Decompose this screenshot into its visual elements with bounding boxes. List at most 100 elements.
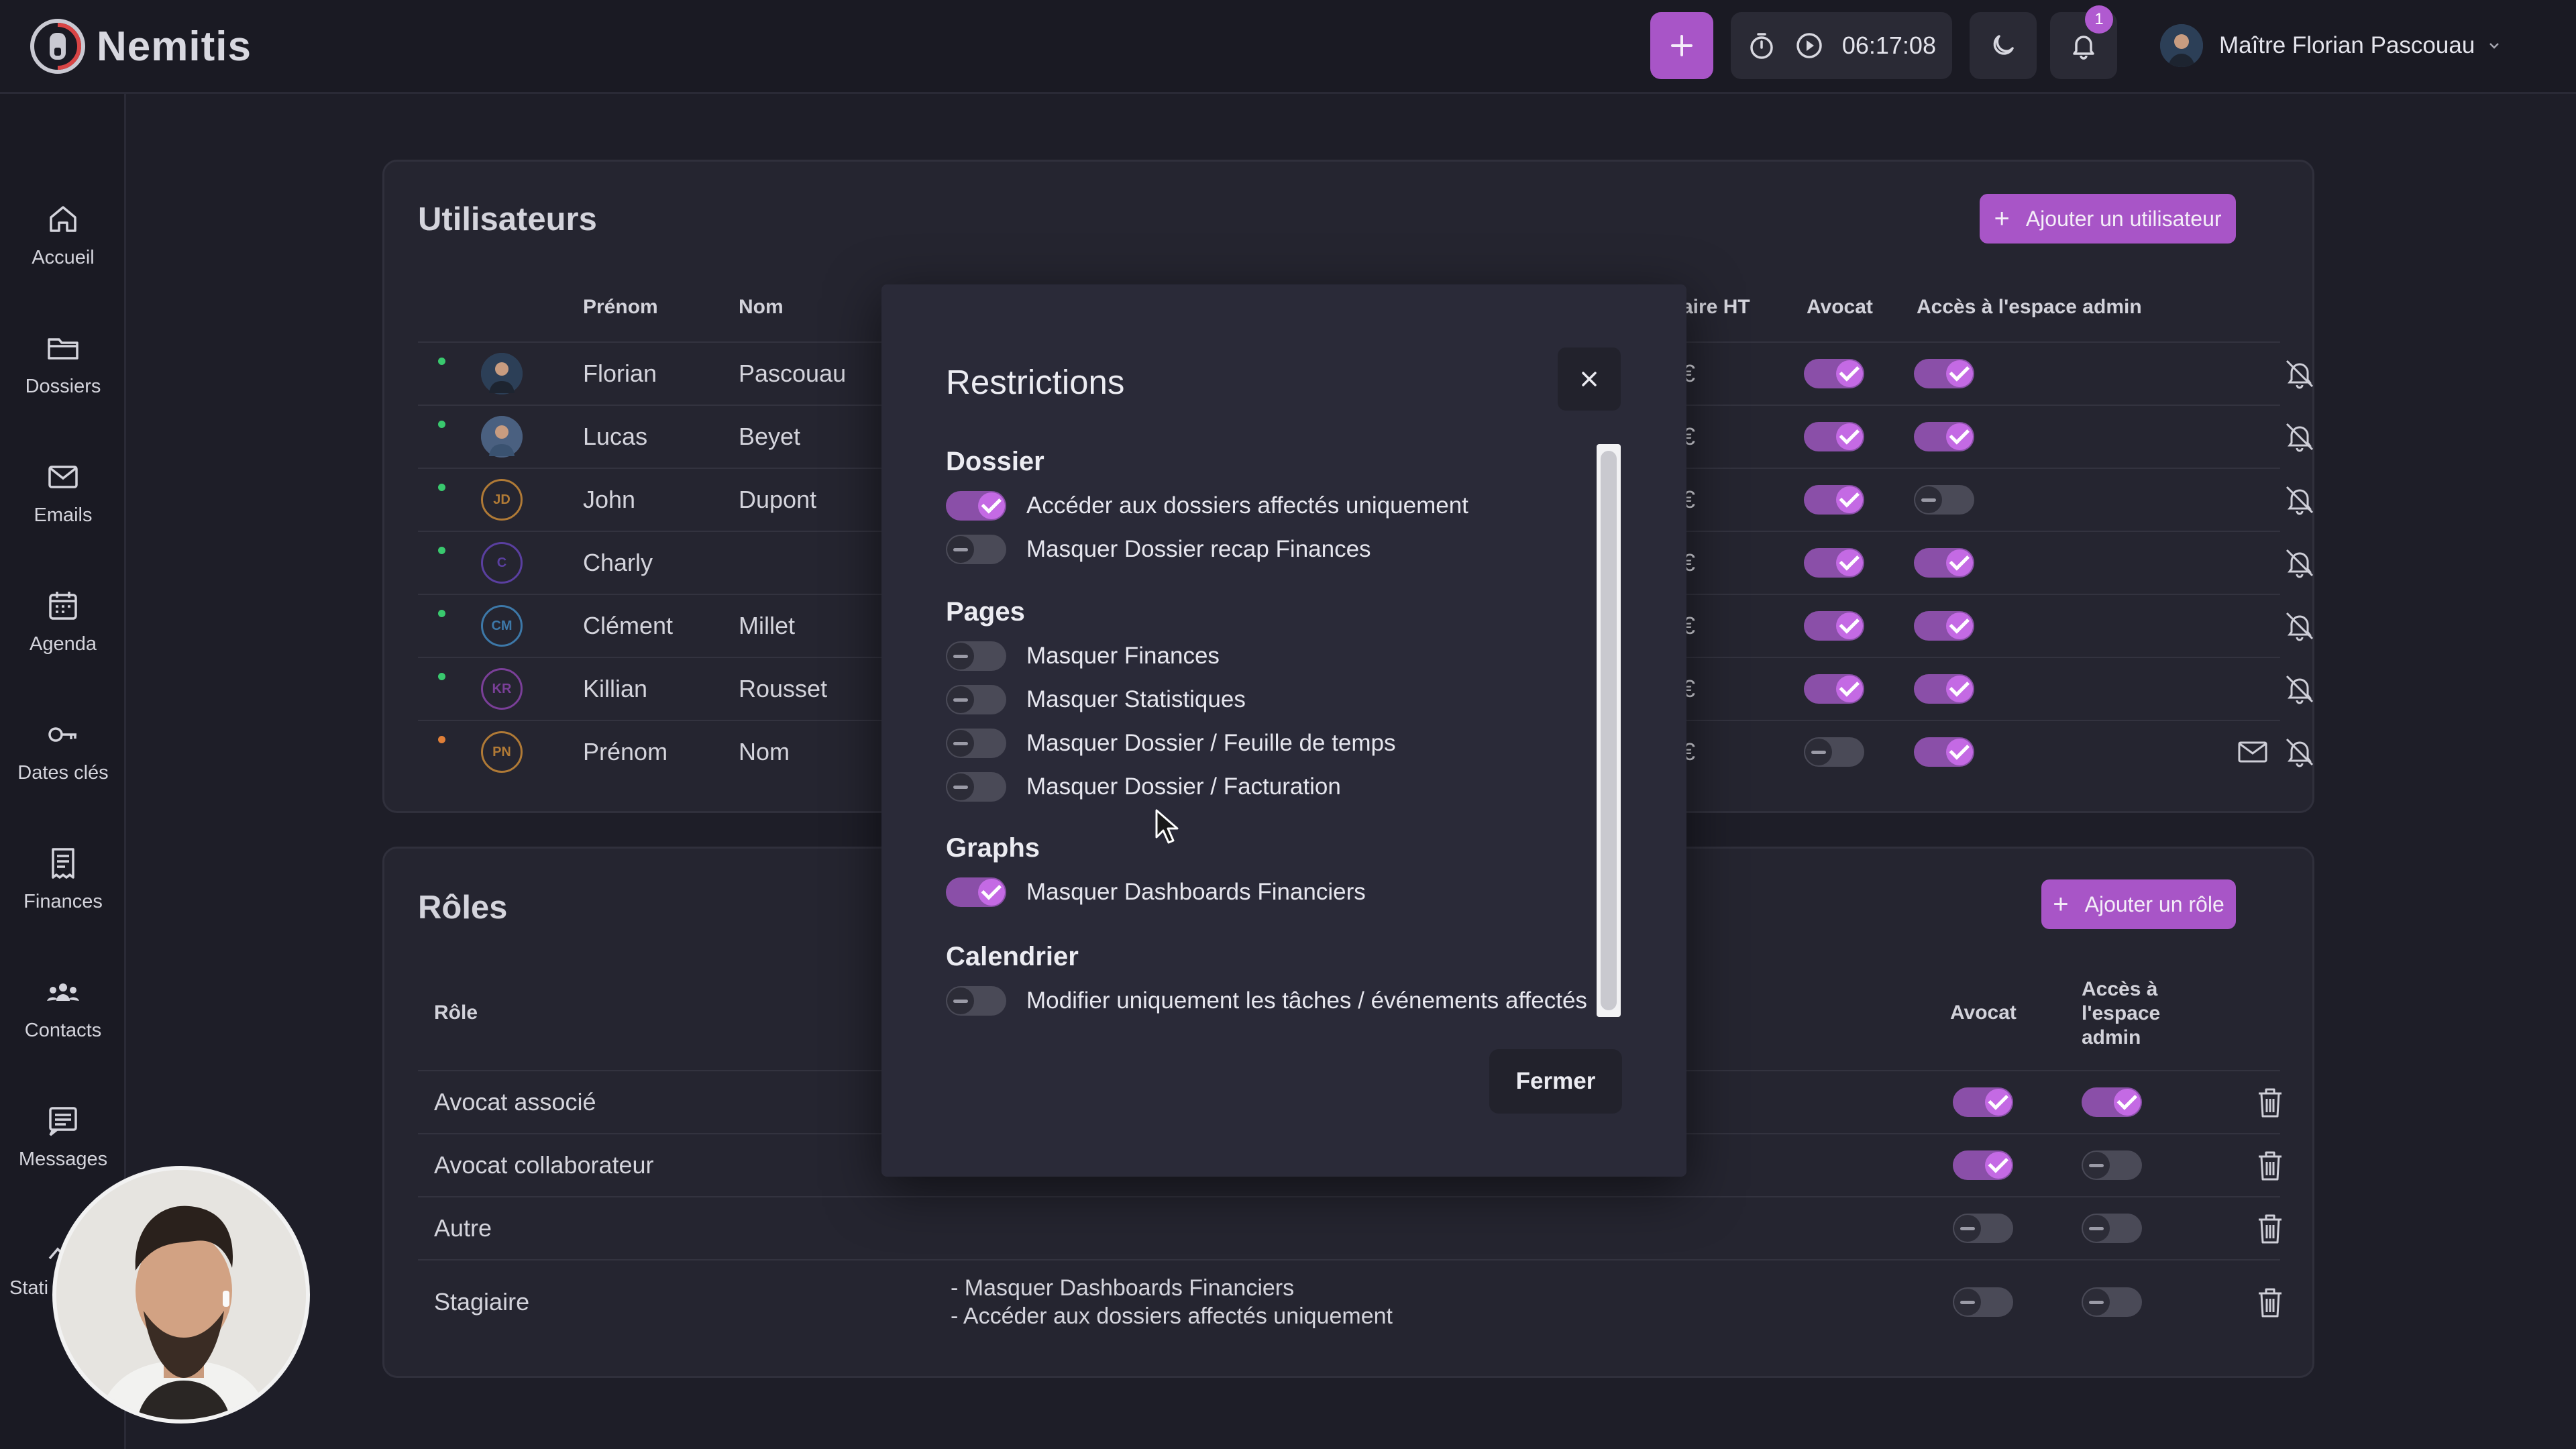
restriction-option[interactable]: Masquer Finances — [946, 636, 1603, 676]
lastname-cell: Dupont — [739, 486, 817, 513]
restriction-option[interactable]: Accéder aux dossiers affectés uniquement — [946, 486, 1603, 526]
lawyer-toggle[interactable] — [1804, 359, 1864, 388]
sidebar-item-label: Messages — [18, 1148, 108, 1170]
firstname-cell: Charly — [583, 549, 653, 576]
messages-icon — [49, 1106, 77, 1136]
lastname-cell: Beyet — [739, 423, 801, 450]
key-icon — [48, 727, 76, 742]
lastname-cell: Millet — [739, 612, 796, 639]
brand[interactable]: Nemitis — [30, 16, 252, 76]
lawyer-toggle[interactable] — [1804, 422, 1864, 451]
status-dot — [438, 610, 445, 617]
notifications-off-icon[interactable] — [2283, 672, 2316, 706]
sidebar-item-contacts[interactable]: Contacts — [0, 954, 126, 1061]
notifications-off-icon[interactable] — [2283, 546, 2316, 580]
sidebar-item-agenda[interactable]: Agenda — [0, 568, 126, 675]
header-role-lawyer: Avocat — [1950, 1002, 2017, 1024]
sidebar-item-emails[interactable]: Emails — [0, 439, 126, 546]
table-row[interactable]: Stagiaire - Masquer Dashboards Financiers… — [418, 1259, 2282, 1344]
restriction-option[interactable]: Masquer Statistiques — [946, 680, 1603, 720]
lawyer-toggle[interactable] — [1804, 485, 1864, 515]
add-role-button[interactable]: + Ajouter un rôle — [2041, 879, 2236, 929]
role-name-cell: Avocat collaborateur — [434, 1151, 654, 1179]
restriction-toggle[interactable] — [946, 877, 1006, 907]
header-admin: Accès à l'espace admin — [1917, 296, 2142, 318]
restriction-toggle[interactable] — [946, 641, 1006, 671]
restriction-toggle[interactable] — [946, 491, 1006, 521]
admin-toggle[interactable] — [1914, 548, 1974, 578]
admin-toggle[interactable] — [1914, 422, 1974, 451]
admin-toggle[interactable] — [2082, 1214, 2142, 1243]
avatar — [2160, 24, 2203, 67]
top-bar: Nemitis 06:17:08 1 Maître Florian Pascou… — [0, 0, 2576, 94]
notifications-off-icon[interactable] — [2283, 735, 2316, 769]
lawyer-toggle[interactable] — [1804, 674, 1864, 704]
restriction-toggle[interactable] — [946, 685, 1006, 714]
admin-toggle[interactable] — [1914, 485, 1974, 515]
restriction-option[interactable]: Masquer Dossier / Facturation — [946, 767, 1603, 807]
close-button[interactable] — [1558, 347, 1621, 411]
admin-toggle[interactable] — [2082, 1087, 2142, 1117]
status-dot — [438, 358, 445, 365]
trash-icon[interactable] — [2253, 1148, 2287, 1182]
sidebar-item-accueil[interactable]: Accueil — [0, 181, 126, 288]
lawyer-toggle[interactable] — [1953, 1287, 2013, 1317]
restriction-label: Masquer Dossier / Facturation — [1026, 773, 1341, 800]
admin-toggle[interactable] — [1914, 674, 1974, 704]
section-title: Calendrier — [946, 942, 1079, 971]
lawyer-toggle[interactable] — [1804, 548, 1864, 578]
section-title: Pages — [946, 597, 1025, 627]
status-dot — [438, 736, 445, 743]
notifications-off-icon[interactable] — [2283, 483, 2316, 517]
restriction-label: Masquer Dossier / Feuille de temps — [1026, 730, 1396, 756]
restriction-option[interactable]: Masquer Dossier recap Finances — [946, 529, 1603, 570]
plus-icon — [1671, 35, 1693, 56]
timer-widget[interactable]: 06:17:08 — [1731, 12, 1952, 79]
role-name-cell: Autre — [434, 1214, 492, 1242]
admin-toggle[interactable] — [1914, 737, 1974, 767]
admin-toggle[interactable] — [2082, 1150, 2142, 1180]
sidebar-item-finances[interactable]: Finances — [0, 825, 126, 932]
play-icon[interactable] — [1794, 31, 1824, 60]
table-row[interactable]: Autre — [418, 1196, 2282, 1259]
notifications-off-icon[interactable] — [2283, 609, 2316, 643]
app-logo-icon — [30, 19, 85, 74]
sidebar-item-label: Contacts — [24, 1019, 102, 1041]
add-role-label: Ajouter un rôle — [2084, 892, 2224, 916]
admin-toggle[interactable] — [1914, 611, 1974, 641]
add-user-button[interactable]: + Ajouter un utilisateur — [1980, 194, 2236, 244]
restriction-option[interactable]: Masquer Dossier / Feuille de temps — [946, 723, 1603, 763]
lawyer-toggle[interactable] — [1953, 1214, 2013, 1243]
trash-icon[interactable] — [2253, 1285, 2287, 1319]
mail-icon[interactable] — [2236, 735, 2269, 769]
restriction-toggle[interactable] — [946, 772, 1006, 802]
avatar: JD — [481, 479, 523, 521]
plus-icon: + — [1994, 203, 2010, 233]
lawyer-toggle[interactable] — [1953, 1150, 2013, 1180]
trash-icon[interactable] — [2253, 1085, 2287, 1119]
admin-toggle[interactable] — [1914, 359, 1974, 388]
admin-toggle[interactable] — [2082, 1287, 2142, 1317]
restriction-option[interactable]: Modifier uniquement les tâches / événeme… — [946, 981, 1603, 1021]
quick-add-button[interactable] — [1650, 12, 1713, 79]
lawyer-toggle[interactable] — [1804, 737, 1864, 767]
sidebar-item-dossiers[interactable]: Dossiers — [0, 310, 126, 417]
restriction-toggle[interactable] — [946, 986, 1006, 1016]
firstname-cell: Killian — [583, 675, 648, 702]
sidebar-item-dates-cles[interactable]: Dates clés — [0, 696, 126, 804]
restriction-toggle[interactable] — [946, 535, 1006, 564]
notifications-button[interactable]: 1 — [2050, 5, 2117, 79]
fermer-button[interactable]: Fermer — [1489, 1049, 1622, 1114]
dark-mode-button[interactable] — [1970, 12, 2037, 79]
trash-icon[interactable] — [2253, 1212, 2287, 1245]
restriction-option[interactable]: Masquer Dashboards Financiers — [946, 872, 1603, 912]
app-name: Nemitis — [97, 23, 252, 70]
restriction-toggle[interactable] — [946, 729, 1006, 758]
notifications-off-icon[interactable] — [2283, 357, 2316, 390]
lawyer-toggle[interactable] — [1953, 1087, 2013, 1117]
avatar — [481, 416, 523, 458]
notifications-off-icon[interactable] — [2283, 420, 2316, 453]
user-menu[interactable]: Maître Florian Pascouau — [2160, 12, 2502, 79]
lawyer-toggle[interactable] — [1804, 611, 1864, 641]
sidebar-item-messages[interactable]: Messages — [0, 1083, 126, 1190]
